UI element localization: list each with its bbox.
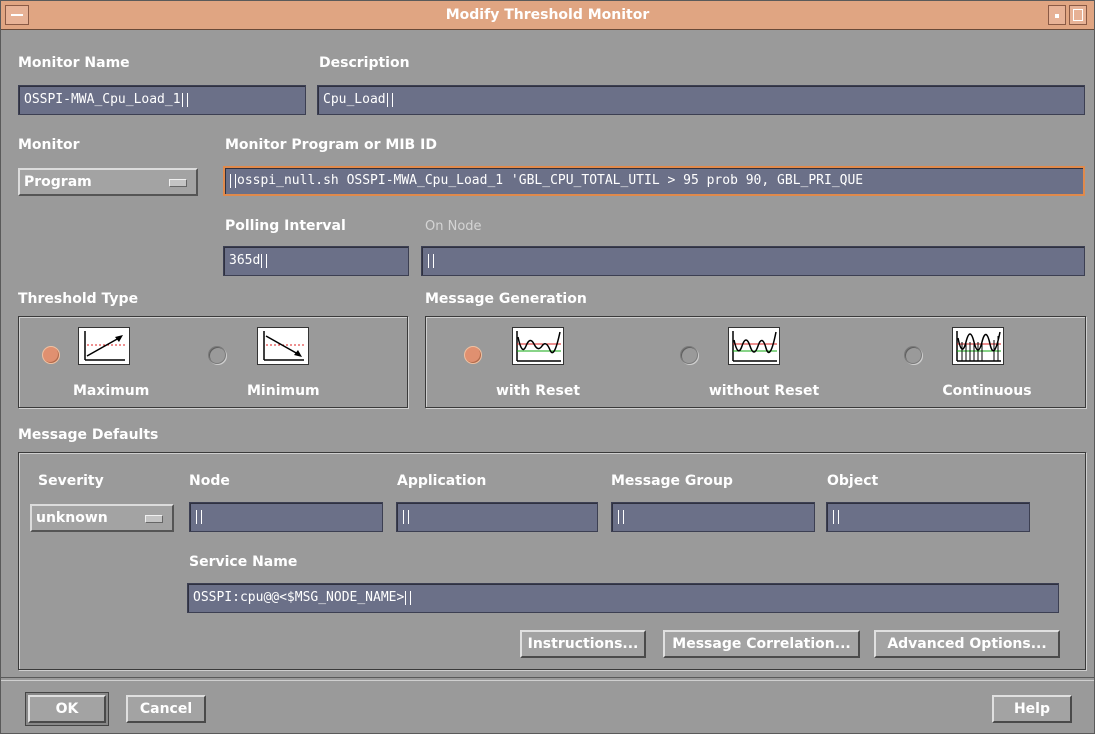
polling-interval-label: Polling Interval <box>225 218 346 234</box>
application-label: Application <box>397 473 487 489</box>
text-cursor <box>181 92 188 107</box>
maximum-label: Maximum <box>73 383 150 399</box>
window-title: Modify Threshold Monitor <box>445 7 650 23</box>
program-id-label: Monitor Program or MIB ID <box>225 137 437 153</box>
message-generation-group: with Reset without Reset Continuous <box>425 316 1086 408</box>
text-cursor <box>196 509 202 524</box>
minimum-radio[interactable] <box>208 346 226 364</box>
threshold-type-group: Maximum Minimum <box>18 316 408 408</box>
text-cursor <box>618 509 624 524</box>
severity-value: unknown <box>36 510 108 526</box>
text-cursor <box>386 92 393 107</box>
description-value: Cpu_Load <box>323 92 386 107</box>
monitor-name-label: Monitor Name <box>18 55 130 71</box>
program-id-value: osspi_null.sh OSSPI-MWA_Cpu_Load_1 'GBL_… <box>237 173 864 188</box>
text-cursor <box>403 509 409 524</box>
program-id-field[interactable]: osspi_null.sh OSSPI-MWA_Cpu_Load_1 'GBL_… <box>223 166 1085 196</box>
with-reset-radio[interactable] <box>464 346 482 364</box>
cancel-button[interactable]: Cancel <box>126 695 206 723</box>
node-label: Node <box>189 473 230 489</box>
text-cursor <box>405 590 412 605</box>
severity-label: Severity <box>38 473 104 489</box>
message-defaults-label: Message Defaults <box>18 427 159 443</box>
ok-button[interactable]: OK <box>28 695 106 723</box>
text-cursor <box>261 253 268 268</box>
help-button[interactable]: Help <box>992 695 1072 723</box>
with-reset-label: with Reset <box>495 383 581 399</box>
text-cursor <box>230 173 236 188</box>
maximum-radio[interactable] <box>42 346 60 364</box>
without-reset-radio[interactable] <box>680 346 698 364</box>
monitor-label: Monitor <box>18 137 80 153</box>
monitor-type-value: Program <box>24 174 92 190</box>
on-node-field[interactable] <box>421 246 1085 276</box>
button-area-separator <box>1 677 1094 681</box>
message-defaults-group: Severity Node Application Message Group … <box>18 452 1086 670</box>
service-name-field[interactable]: OSSPI:cpu@@<$MSG_NODE_NAME> <box>187 583 1059 613</box>
maximize-button[interactable] <box>1069 5 1087 25</box>
object-field[interactable] <box>826 502 1030 532</box>
continuous-label: Continuous <box>942 383 1032 399</box>
monitor-name-field[interactable]: OSSPI-MWA_Cpu_Load_1 <box>18 85 306 115</box>
option-menu-indicator-icon <box>145 515 163 523</box>
service-name-label: Service Name <box>189 554 298 570</box>
monitor-type-select[interactable]: Program <box>18 168 198 196</box>
min-threshold-icon <box>257 327 309 365</box>
application-field[interactable] <box>396 502 598 532</box>
title-bar[interactable]: Modify Threshold Monitor <box>1 1 1094 30</box>
message-generation-label: Message Generation <box>425 291 587 307</box>
continuous-icon <box>952 327 1004 365</box>
monitor-name-value: OSSPI-MWA_Cpu_Load_1 <box>24 92 181 107</box>
continuous-radio[interactable] <box>904 346 922 364</box>
message-correlation-button[interactable]: Message Correlation... <box>663 630 860 658</box>
object-label: Object <box>827 473 879 489</box>
threshold-type-label: Threshold Type <box>18 291 139 307</box>
minimum-label: Minimum <box>247 383 320 399</box>
polling-interval-field[interactable]: 365d <box>223 246 409 276</box>
advanced-options-button[interactable]: Advanced Options... <box>874 630 1060 658</box>
minimize-button[interactable] <box>1048 5 1066 25</box>
message-group-label: Message Group <box>611 473 733 489</box>
severity-select[interactable]: unknown <box>30 504 174 532</box>
without-reset-icon <box>728 327 780 365</box>
text-cursor <box>428 253 434 268</box>
modify-threshold-monitor-dialog: Modify Threshold Monitor Monitor Name De… <box>0 0 1095 734</box>
with-reset-icon <box>512 327 564 365</box>
service-name-value: OSSPI:cpu@@<$MSG_NODE_NAME> <box>193 590 405 605</box>
description-field[interactable]: Cpu_Load <box>317 85 1085 115</box>
text-cursor <box>833 509 839 524</box>
without-reset-label: without Reset <box>708 383 820 399</box>
node-field[interactable] <box>189 502 383 532</box>
max-threshold-icon <box>78 327 130 365</box>
option-menu-indicator-icon <box>169 179 187 187</box>
polling-interval-value: 365d <box>229 253 261 268</box>
description-label: Description <box>319 55 410 71</box>
on-node-label: On Node <box>425 219 482 234</box>
message-group-field[interactable] <box>611 502 815 532</box>
instructions-button[interactable]: Instructions... <box>520 630 646 658</box>
